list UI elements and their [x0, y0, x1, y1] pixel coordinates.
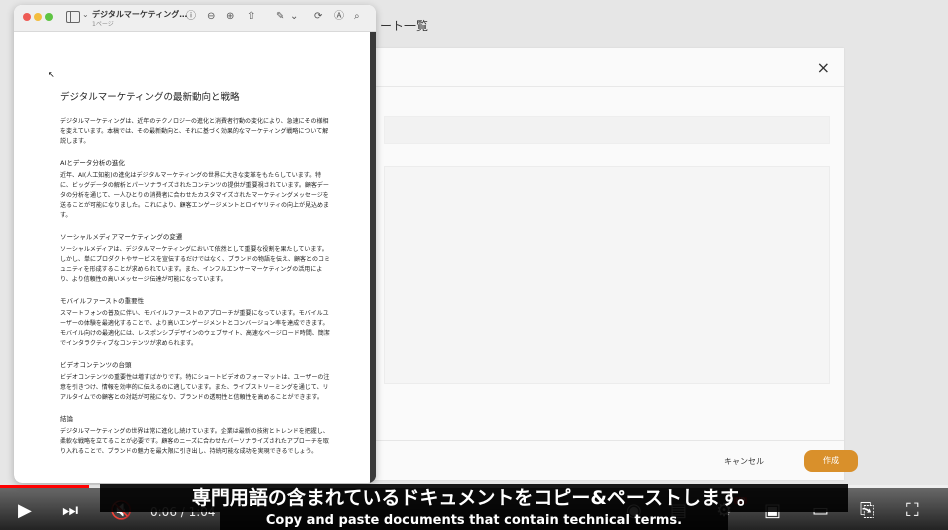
chevron-down-icon[interactable]: ⌄	[290, 11, 298, 23]
page-title: ート一覧	[380, 19, 429, 33]
page-count: 1ページ	[92, 21, 114, 28]
close-window-button[interactable]	[23, 13, 31, 21]
close-icon[interactable]: ×	[817, 58, 830, 77]
preview-canvas: ↖ デジタルマーケティングの最新動向と戦略 デジタルマーケティングは、近年のテク…	[14, 32, 376, 483]
next-icon[interactable]: ⏭	[62, 500, 78, 521]
title-input[interactable]	[384, 116, 830, 144]
info-icon[interactable]: ⓘ	[186, 11, 196, 23]
divider	[372, 86, 844, 87]
content-textarea[interactable]	[384, 166, 830, 384]
section-body: スマートフォンの普及に伴い、モバイルファーストのアプローチが重要になっています。…	[60, 310, 330, 347]
section-body: デジタルマーケティングの世界は常に進化し続けています。企業は最新の技術とトレンド…	[60, 428, 329, 455]
sidebar-icon[interactable]	[66, 11, 80, 23]
create-button[interactable]: 作成	[804, 450, 858, 472]
scrollbar[interactable]	[370, 32, 376, 483]
fullscreen-icon[interactable]: ⛶	[906, 500, 919, 521]
section-body: 近年、AI(人工知能)の進化はデジタルマーケティングの世界に大きな変革をもたらし…	[60, 172, 329, 219]
caption-english: Copy and paste documents that contain te…	[220, 512, 728, 530]
mouse-cursor-icon: ↖	[48, 70, 55, 79]
cancel-button[interactable]: キャンセル	[724, 456, 764, 467]
zoom-in-icon[interactable]: ⊕	[226, 11, 234, 23]
section-heading: ソーシャルメディアマーケティングの変遷	[60, 233, 183, 241]
document-content: デジタルマーケティングの最新動向と戦略 デジタルマーケティングは、近年のテクノロ…	[60, 89, 332, 457]
section-heading: AIとデータ分析の進化	[60, 159, 125, 167]
section-heading: モバイルファーストの重要性	[60, 297, 145, 305]
cast-icon[interactable]: ⎘	[860, 500, 874, 521]
create-modal: × キャンセル 作成	[372, 48, 858, 480]
rotate-icon[interactable]: ⟳	[314, 11, 322, 23]
markup-icon[interactable]: ✎	[276, 11, 284, 23]
search-icon[interactable]: ⌕	[354, 11, 360, 23]
doc-intro: デジタルマーケティングは、近年のテクノロジーの進化と消費者行動の変化により、急速…	[60, 118, 329, 145]
play-icon[interactable]: ▶	[18, 500, 32, 521]
zoom-out-icon[interactable]: ⊖	[207, 11, 215, 23]
preview-window: ⌄ デジタルマーケティング… 1ページ ⓘ ⊖ ⊕ ⇧ ✎ ⌄ ⟳ Ⓐ ⌕ ↖ …	[14, 5, 376, 483]
zoom-window-button[interactable]	[45, 13, 53, 21]
document-page: ↖ デジタルマーケティングの最新動向と戦略 デジタルマーケティングは、近年のテク…	[14, 32, 370, 483]
doc-title: デジタルマーケティングの最新動向と戦略	[60, 92, 240, 103]
section-body: ソーシャルメディアは、デジタルマーケティングにおいて依然として重要な役割を果たし…	[60, 246, 330, 283]
section-heading: ビデオコンテンツの台頭	[60, 361, 132, 369]
minimize-window-button[interactable]	[34, 13, 42, 21]
section-heading: 結論	[60, 415, 73, 423]
caption-japanese: 専門用語の含まれているドキュメントをコピー&ペーストします。	[100, 484, 848, 512]
share-icon[interactable]: ⇧	[247, 11, 255, 23]
preview-toolbar: ⌄ デジタルマーケティング… 1ページ ⓘ ⊖ ⊕ ⇧ ✎ ⌄ ⟳ Ⓐ ⌕	[14, 5, 376, 32]
section-body: ビデオコンテンツの重要性は増すばかりです。特にショートビデオのフォーマットは、ユ…	[60, 374, 330, 401]
chevron-down-icon[interactable]: ⌄	[82, 10, 89, 19]
annotate-icon[interactable]: Ⓐ	[334, 11, 344, 23]
divider	[372, 440, 844, 441]
